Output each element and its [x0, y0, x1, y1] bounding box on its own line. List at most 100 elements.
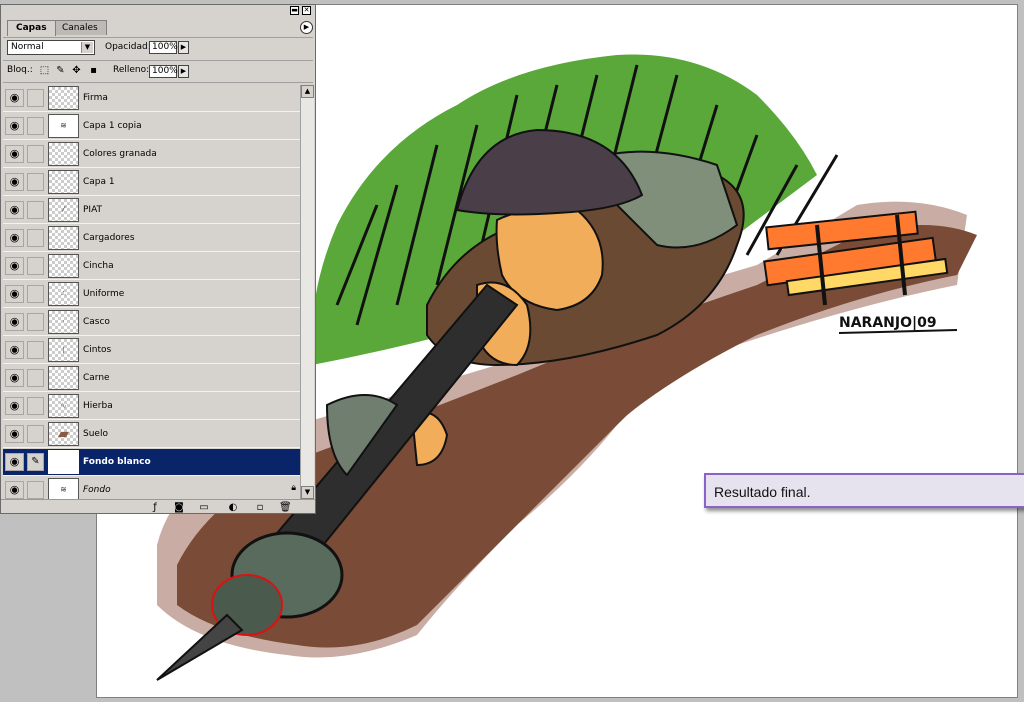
layer-thumbnail: ≋ — [48, 478, 79, 499]
layer-name: Casco — [83, 317, 110, 327]
eye-icon[interactable]: ◉ — [5, 313, 24, 331]
new-group-icon[interactable]: ▭ — [198, 502, 210, 513]
layer-name: PIAT — [83, 205, 103, 215]
link-slot[interactable] — [27, 89, 44, 107]
palette-titlebar[interactable]: ▬ ✕ — [1, 5, 315, 16]
layer-row[interactable]: ◉ · Casco — [3, 309, 300, 336]
link-slot[interactable] — [27, 173, 44, 191]
new-layer-icon[interactable]: ▫ — [254, 502, 266, 513]
layer-name: Uniforme — [83, 289, 125, 299]
palette-bottom-toolbar: ƒ ◙ ▭ ◐ ▫ 🗑︎ — [1, 499, 315, 515]
eye-icon[interactable]: ◉ — [5, 369, 24, 387]
eye-icon[interactable]: ◉ — [5, 201, 24, 219]
layer-name: Cargadores — [83, 233, 135, 243]
tab-capas[interactable]: Capas — [7, 20, 56, 36]
layer-name: Colores granada — [83, 149, 157, 159]
layer-row[interactable]: ◉ Capa 1 — [3, 169, 300, 196]
layers-list: ◉ Firma ◉ ≋ Capa 1 copia ◉ Colores grana… — [3, 85, 300, 499]
layer-thumbnail — [48, 86, 79, 110]
layer-name: Carne — [83, 373, 110, 383]
eye-icon[interactable]: ◉ — [5, 397, 24, 415]
layer-name: Cincha — [83, 261, 114, 271]
layer-name: Firma — [83, 93, 108, 103]
palette-menu-icon[interactable]: ▶ — [300, 21, 313, 34]
scroll-up-icon[interactable]: ▲ — [301, 85, 314, 98]
link-slot[interactable] — [27, 229, 44, 247]
eye-icon[interactable]: ◉ — [5, 341, 24, 359]
opacity-input[interactable]: 100% — [149, 41, 178, 54]
eye-icon[interactable]: ◉ — [5, 425, 24, 443]
layer-thumbnail: · — [48, 366, 79, 390]
layer-row[interactable]: ◉ ▰ Suelo — [3, 421, 300, 448]
link-slot[interactable] — [27, 145, 44, 163]
lock-transparency-icon[interactable]: ⬚ — [39, 65, 50, 76]
link-slot[interactable] — [27, 313, 44, 331]
fill-label: Relleno: — [113, 65, 150, 75]
eye-icon[interactable]: ◉ — [5, 285, 24, 303]
layer-row-selected[interactable]: ◉ ✎ Fondo blanco — [3, 449, 300, 476]
caption-text: Resultado final. — [714, 484, 811, 500]
link-slot[interactable] — [27, 481, 44, 499]
layer-thumbnail — [48, 142, 79, 166]
layer-row[interactable]: ◉ Colores granada — [3, 141, 300, 168]
link-slot[interactable] — [27, 341, 44, 359]
layer-row[interactable]: ◉ ≋ Capa 1 copia — [3, 113, 300, 140]
link-slot[interactable] — [27, 257, 44, 275]
layer-row[interactable]: ◉ ¦ Cintos — [3, 337, 300, 364]
eye-icon[interactable]: ◉ — [5, 453, 24, 471]
eye-icon[interactable]: ◉ — [5, 229, 24, 247]
layers-scrollbar[interactable]: ▲ ▼ — [300, 85, 314, 499]
layer-name: Capa 1 — [83, 177, 115, 187]
eye-icon[interactable]: ◉ — [5, 173, 24, 191]
eye-icon[interactable]: ◉ — [5, 89, 24, 107]
eye-icon[interactable]: ◉ — [5, 481, 24, 499]
link-slot[interactable] — [27, 369, 44, 387]
scroll-down-icon[interactable]: ▼ — [301, 486, 314, 499]
layer-row[interactable]: ◉ Firma — [3, 85, 300, 112]
blend-mode-select[interactable]: Normal ▼ — [7, 40, 95, 55]
layer-row[interactable]: ◉ ∿ Hierba — [3, 393, 300, 420]
layer-thumbnail: ≋ — [48, 114, 79, 138]
lock-label: Bloq.: — [7, 65, 33, 75]
brush-icon[interactable]: ✎ — [27, 453, 44, 471]
link-slot[interactable] — [27, 201, 44, 219]
lock-all-icon[interactable]: ▪ — [88, 65, 99, 76]
link-slot[interactable] — [27, 285, 44, 303]
layer-thumbnail — [48, 226, 79, 250]
layer-row[interactable]: ◉ ⁄ PIAT — [3, 197, 300, 224]
lock-paint-brush-icon[interactable]: ✎ — [55, 65, 66, 76]
blend-row: Normal ▼ Opacidad: 100% ▶ — [7, 40, 307, 58]
layer-row[interactable]: ◉ Cargadores — [3, 225, 300, 252]
minimize-button[interactable]: ▬ — [290, 6, 299, 15]
eye-icon[interactable]: ◉ — [5, 145, 24, 163]
opacity-slider-arrow-icon[interactable]: ▶ — [178, 41, 189, 54]
layers-palette[interactable]: ▬ ✕ Capas Canales ▶ Normal ▼ Opacidad: 1… — [0, 4, 316, 514]
layer-row[interactable]: ◉ ∴ Uniforme — [3, 281, 300, 308]
fill-slider-arrow-icon[interactable]: ▶ — [178, 65, 189, 78]
blend-mode-value: Normal — [11, 42, 44, 52]
add-mask-icon[interactable]: ◙ — [173, 502, 185, 513]
lock-move-icon[interactable]: ✥ — [71, 65, 82, 76]
layer-row[interactable]: ◉ · Carne — [3, 365, 300, 392]
layer-row[interactable]: ◉ ≋ Fondo 🔒︎ — [3, 477, 300, 499]
artwork-signature: NARANJO|09 — [839, 315, 937, 331]
lock-icon: 🔒︎ — [291, 483, 296, 493]
link-slot[interactable] — [27, 397, 44, 415]
fill-input[interactable]: 100% — [149, 65, 178, 78]
link-slot[interactable] — [27, 117, 44, 135]
layer-row[interactable]: ◉ · Cincha — [3, 253, 300, 280]
caption-box: Resultado final. — [704, 473, 1024, 508]
chevron-down-icon: ▼ — [81, 42, 93, 53]
layer-name: Fondo blanco — [83, 457, 151, 467]
link-slot[interactable] — [27, 425, 44, 443]
trash-icon[interactable]: 🗑︎ — [279, 502, 292, 513]
layer-thumbnail: ∿ — [48, 394, 79, 418]
layer-thumbnail: · — [48, 310, 79, 334]
eye-icon[interactable]: ◉ — [5, 117, 24, 135]
close-button[interactable]: ✕ — [302, 6, 311, 15]
opacity-label: Opacidad: — [105, 42, 151, 52]
eye-icon[interactable]: ◉ — [5, 257, 24, 275]
tab-canales[interactable]: Canales — [53, 20, 107, 35]
adjustment-layer-icon[interactable]: ◐ — [227, 502, 239, 513]
layer-style-icon[interactable]: ƒ — [149, 502, 161, 513]
